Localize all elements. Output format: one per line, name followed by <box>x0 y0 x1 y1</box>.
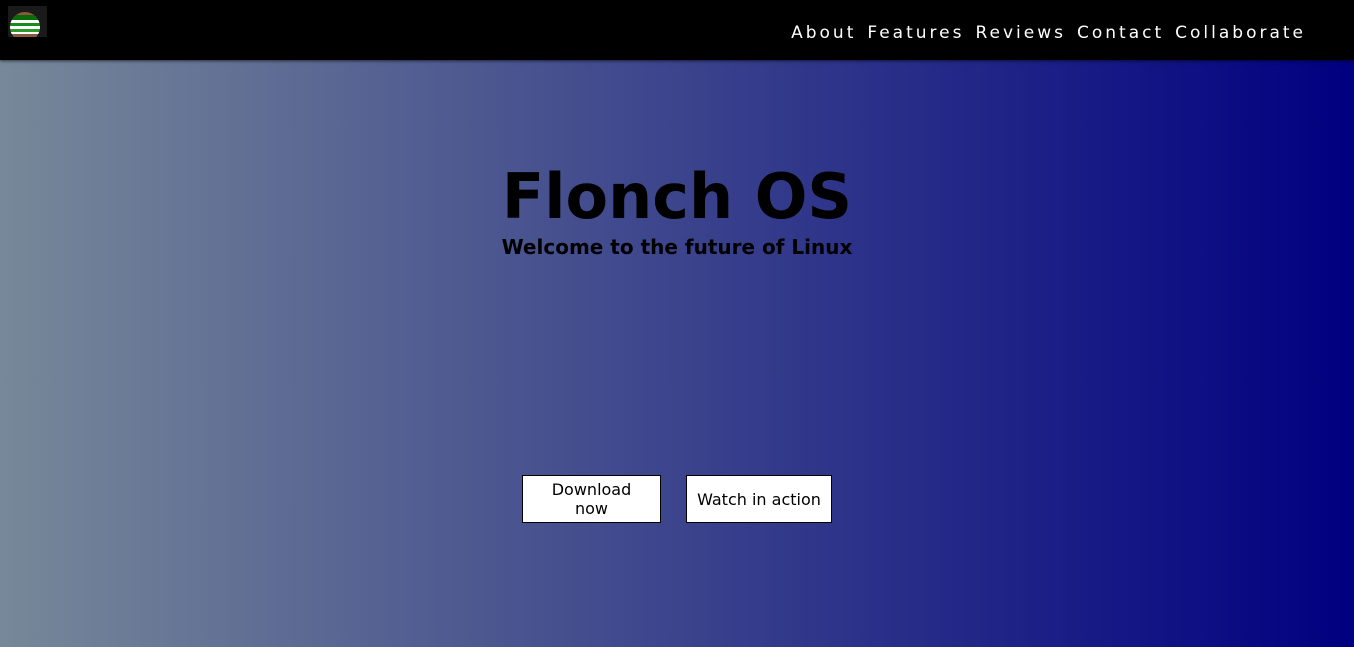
nav-link-reviews[interactable]: Reviews <box>975 22 1066 44</box>
nav-link-contact[interactable]: Contact <box>1077 22 1164 44</box>
download-now-button[interactable]: Download now <box>522 475 661 523</box>
watch-in-action-button[interactable]: Watch in action <box>686 475 832 523</box>
page-subtitle: Welcome to the future of Linux <box>501 235 853 259</box>
nav-link-about[interactable]: About <box>791 22 856 44</box>
nav-link-features[interactable]: Features <box>867 22 964 44</box>
logo-emblem <box>10 12 40 37</box>
flonch-logo-icon[interactable] <box>8 6 47 37</box>
nav-menu: About Features Reviews Contact Collabora… <box>791 22 1306 44</box>
nav-link-collaborate[interactable]: Collaborate <box>1175 22 1306 44</box>
navbar: About Features Reviews Contact Collabora… <box>0 0 1354 60</box>
page-title: Flonch OS <box>501 160 853 233</box>
hero-section: Flonch OS Welcome to the future of Linux… <box>0 60 1354 647</box>
